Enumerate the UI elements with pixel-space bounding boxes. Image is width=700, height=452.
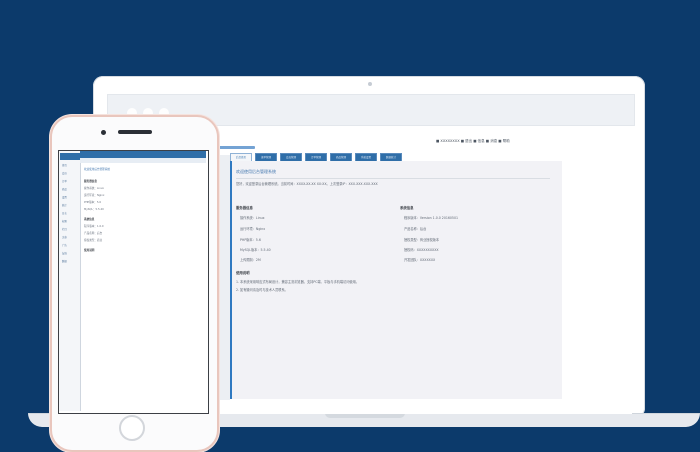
- phone-sidebar: 首页 会员 订单 商品 设置 统计 日志 权限 栏目 文章 广告 友链 数据: [59, 151, 81, 411]
- info-row: 产品名称：后台: [404, 227, 427, 231]
- sidebar-item[interactable]: 订单: [59, 179, 80, 183]
- sidebar-item[interactable]: 栏目: [59, 227, 80, 231]
- phone-speaker: [118, 130, 152, 134]
- sidebar-item[interactable]: 首页: [59, 163, 80, 167]
- phone-topnav: [80, 151, 206, 158]
- home-button[interactable]: [119, 415, 145, 441]
- info-row: 上传限制：2M: [240, 258, 261, 262]
- phone-row: PHP版本：5.6: [84, 201, 101, 204]
- top-right-links[interactable]: ■ XXXXXXXX ■ 退出 ■ 信息 ■ 消息 ■ 帮助: [436, 139, 510, 144]
- sidebar-item[interactable]: 权限: [59, 219, 80, 223]
- sidebar-item[interactable]: 统计: [59, 203, 80, 207]
- info-row: 开发团队：XXXXXXX: [404, 258, 436, 262]
- info-row: MySQL版本：5.5.40: [240, 248, 271, 252]
- front-camera: [101, 130, 106, 135]
- note-line: 2. 如有疑问请及时与技术人员联系。: [236, 288, 288, 292]
- sidebar-item[interactable]: 文章: [59, 235, 80, 239]
- laptop-camera: [368, 82, 372, 86]
- notes-heading: 使用说明: [236, 271, 250, 275]
- phone-row: 运行环境：Nginx: [84, 194, 105, 197]
- sidebar-item[interactable]: 设置: [59, 195, 80, 199]
- panel-title: 欢迎使用后台管理系统: [236, 169, 276, 174]
- tab-bar: 后台首页 菜单管理 会员管理 订单管理 商品管理 系统设置 数据统计: [230, 153, 560, 162]
- phone-content: 欢迎使用后台管理系统 服务器信息 操作系统：Linux 运行环境：Nginx P…: [84, 167, 110, 252]
- info-row: 授权码：XXXXXXXXXX: [404, 248, 439, 252]
- divider: [236, 178, 550, 179]
- phone-logo: [60, 153, 80, 160]
- phone-tabs: [80, 158, 206, 163]
- sidebar-item[interactable]: 广告: [59, 243, 80, 247]
- phone-heading: 系统信息: [84, 218, 95, 221]
- phone-row: 操作系统：Linux: [84, 187, 104, 190]
- sidebar-item[interactable]: 会员: [59, 171, 80, 175]
- phone-heading: 使用说明: [84, 249, 95, 252]
- phone-row: 程序版本：1.0.0: [84, 225, 104, 228]
- phone-row: 授权类型：商业: [84, 239, 103, 242]
- info-row: 运行环境：Nginx: [240, 227, 266, 231]
- info-row: 程序版本：Version 1.0.0 20160501: [404, 216, 459, 220]
- server-info-heading: 服务器信息: [236, 206, 253, 210]
- sidebar-item[interactable]: 数据: [59, 259, 80, 263]
- phone-heading: 服务器信息: [84, 180, 97, 183]
- system-info-heading: 系统信息: [400, 206, 414, 210]
- note-line: 1. 本系统采用响应式布局设计，兼容主流浏览器，支持PC端、平板与手机端访问使用…: [236, 280, 359, 284]
- intro-text: 您好，欢迎登录后台管理系统。当前时间：XXXX-XX-XX XX:XX。上次登录…: [236, 182, 378, 186]
- sidebar-item[interactable]: 日志: [59, 211, 80, 215]
- info-row: 授权类型：商业授权版本: [404, 238, 440, 242]
- sidebar-item[interactable]: 商品: [59, 187, 80, 191]
- info-row: PHP版本：5.6: [240, 238, 261, 242]
- phone-row: 产品名称：后台: [84, 232, 103, 235]
- sidebar-item[interactable]: 友链: [59, 251, 80, 255]
- info-row: 操作系统：Linux: [240, 216, 265, 220]
- phone-row: MySQL：5.5.40: [84, 208, 104, 211]
- phone-title: 欢迎使用后台管理系统: [84, 168, 110, 171]
